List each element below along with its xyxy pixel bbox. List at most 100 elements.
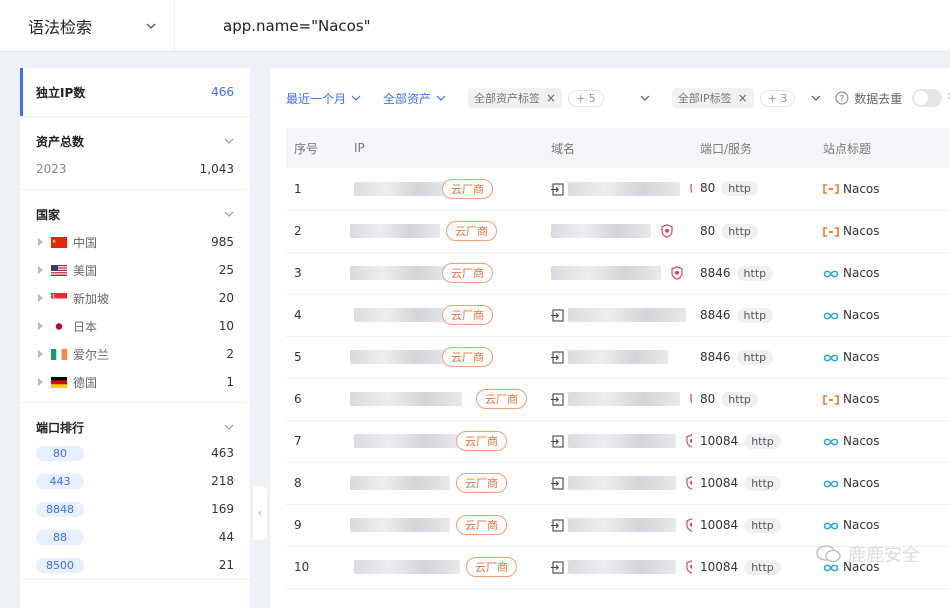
- domain-cell[interactable]: [543, 378, 692, 421]
- port-item[interactable]: 80 463: [20, 439, 250, 467]
- port-item[interactable]: 8848 169: [20, 495, 250, 523]
- table-row[interactable]: 2 云厂商 80 http Nacos: [286, 210, 950, 253]
- table-row[interactable]: 8 云厂商 10084 http Nacos: [286, 462, 950, 505]
- title-cell[interactable]: Nacos: [815, 420, 950, 463]
- table-row[interactable]: 5 云厂商 8846 http Nacos: [286, 336, 950, 379]
- port-pill[interactable]: 8848: [36, 501, 84, 517]
- title-cell[interactable]: Nacos: [815, 504, 950, 547]
- domain-cell[interactable]: [543, 420, 692, 463]
- ip-cell[interactable]: 云厂商: [346, 252, 543, 295]
- ip-cell[interactable]: 云厂商: [346, 462, 543, 505]
- domain-cell[interactable]: [543, 252, 692, 295]
- country-item-de[interactable]: 德国 1: [20, 368, 250, 396]
- asset-scope-select[interactable]: 全部资产: [383, 90, 446, 107]
- title-cell[interactable]: Nacos: [815, 168, 950, 211]
- port-cell[interactable]: 10084 http: [692, 420, 815, 463]
- title-cell[interactable]: Nacos: [815, 210, 950, 253]
- country-name: 爱尔兰: [73, 347, 110, 362]
- ip-tag-filter[interactable]: 全部IP标签 ×: [671, 88, 754, 108]
- expand-icon[interactable]: [38, 238, 43, 246]
- ip-tag-more[interactable]: + 3: [759, 89, 796, 107]
- expand-icon[interactable]: [38, 266, 43, 274]
- dedup-toggle[interactable]: [912, 89, 942, 107]
- close-icon[interactable]: ×: [738, 91, 748, 105]
- port-cell[interactable]: 10084 http: [692, 546, 815, 589]
- chevron-down-icon: [351, 95, 361, 101]
- close-icon[interactable]: ×: [546, 91, 556, 105]
- nacos-logo-icon: [823, 438, 839, 445]
- port-cell[interactable]: 8846 http: [692, 252, 815, 295]
- domain-cell[interactable]: [543, 462, 692, 505]
- header-ip[interactable]: IP: [346, 128, 543, 168]
- ip-cell[interactable]: 云厂商: [346, 504, 543, 547]
- country-item-sg[interactable]: 新加坡 20: [20, 284, 250, 312]
- ip-cell[interactable]: 云厂商: [346, 336, 543, 379]
- port-pill[interactable]: 8500: [36, 557, 84, 573]
- port-cell[interactable]: 80 http: [692, 210, 815, 253]
- expand-icon[interactable]: [38, 322, 43, 330]
- port-cell[interactable]: 80 http: [692, 378, 815, 421]
- asset-total-label: 资产总数: [36, 134, 85, 149]
- table-row[interactable]: 6 云厂商 80 http Nacos: [286, 378, 950, 421]
- domain-cell[interactable]: [543, 336, 692, 379]
- asset-tag-more[interactable]: + 5: [568, 89, 604, 107]
- header-port[interactable]: 端口/服务: [692, 128, 815, 168]
- expand-icon[interactable]: [38, 294, 43, 302]
- port-pill[interactable]: 443: [36, 473, 84, 489]
- port-rank-section: 端口排行 80 463 443 218 8848 169 88 44 8500 21: [20, 403, 250, 580]
- collapse-sidebar-button[interactable]: ‹: [253, 486, 267, 540]
- country-item-ie[interactable]: 爱尔兰 2: [20, 340, 250, 368]
- chevron-down-icon[interactable]: [640, 93, 650, 103]
- port-cell[interactable]: 80 http: [692, 168, 815, 211]
- chevron-down-icon[interactable]: [811, 93, 821, 103]
- help-icon[interactable]: ?: [835, 91, 849, 105]
- table-row[interactable]: 3 云厂商 8846 http Nacos: [286, 252, 950, 295]
- domain-cell[interactable]: [543, 294, 692, 337]
- ip-cell[interactable]: 云厂商: [346, 420, 543, 463]
- port-value: 80: [700, 181, 716, 196]
- time-range-select[interactable]: 最近一个月: [286, 90, 361, 107]
- ip-cell[interactable]: 云厂商: [346, 546, 543, 589]
- title-cell[interactable]: Nacos: [815, 336, 950, 379]
- domain-cell[interactable]: [543, 168, 692, 211]
- ip-cell[interactable]: 云厂商: [346, 294, 543, 337]
- asset-tag-label: 全部资产标签: [474, 92, 541, 105]
- domain-cell[interactable]: [543, 210, 692, 253]
- title-cell[interactable]: Nacos: [815, 294, 950, 337]
- country-item-us[interactable]: 美国 25: [20, 256, 250, 284]
- expand-icon[interactable]: [38, 378, 43, 386]
- search-mode-select[interactable]: 语法检索: [0, 0, 175, 52]
- ip-cell[interactable]: 云厂商: [346, 168, 543, 211]
- expand-icon[interactable]: [38, 350, 43, 358]
- table-row[interactable]: 1 云厂商 80 http Nacos: [286, 168, 950, 211]
- port-cell[interactable]: 10084 http: [692, 462, 815, 505]
- title-cell[interactable]: Nacos: [815, 252, 950, 295]
- header-domain[interactable]: 域名: [543, 128, 692, 168]
- country-item-jp[interactable]: 日本 10: [20, 312, 250, 340]
- domain-cell[interactable]: [543, 504, 692, 547]
- table-row[interactable]: 9 云厂商 10084 http Nacos: [286, 504, 950, 547]
- country-item-cn[interactable]: 中国 985: [20, 228, 250, 256]
- title-cell[interactable]: Nacos: [815, 462, 950, 505]
- unique-ip-header[interactable]: 独立IP数 466: [20, 68, 250, 116]
- port-item[interactable]: 88 44: [20, 523, 250, 551]
- port-item[interactable]: 443 218: [20, 467, 250, 495]
- port-cell[interactable]: 8846 http: [692, 336, 815, 379]
- port-item[interactable]: 8500 21: [20, 551, 250, 579]
- domain-cell[interactable]: [543, 546, 692, 589]
- port-cell[interactable]: 8846 http: [692, 294, 815, 337]
- header-title[interactable]: 站点标题: [815, 128, 950, 168]
- ip-cell[interactable]: 云厂商: [346, 210, 543, 253]
- port-pill[interactable]: 88: [36, 529, 84, 545]
- table-row[interactable]: 7 云厂商 10084 http Nacos: [286, 420, 950, 463]
- port-pill[interactable]: 80: [36, 445, 84, 461]
- shield-icon: [671, 266, 683, 281]
- asset-tag-filter[interactable]: 全部资产标签 ×: [468, 88, 563, 108]
- ip-cell[interactable]: 云厂商: [346, 378, 543, 421]
- port-value: 80: [700, 223, 716, 238]
- table-row[interactable]: 4 云厂商 8846 http Nacos: [286, 294, 950, 337]
- port-cell[interactable]: 10084 http: [692, 504, 815, 547]
- title-cell[interactable]: Nacos: [815, 378, 950, 421]
- asset-year-row[interactable]: 2023 1,043: [20, 155, 250, 183]
- query-input[interactable]: app.name="Nacos": [175, 17, 371, 35]
